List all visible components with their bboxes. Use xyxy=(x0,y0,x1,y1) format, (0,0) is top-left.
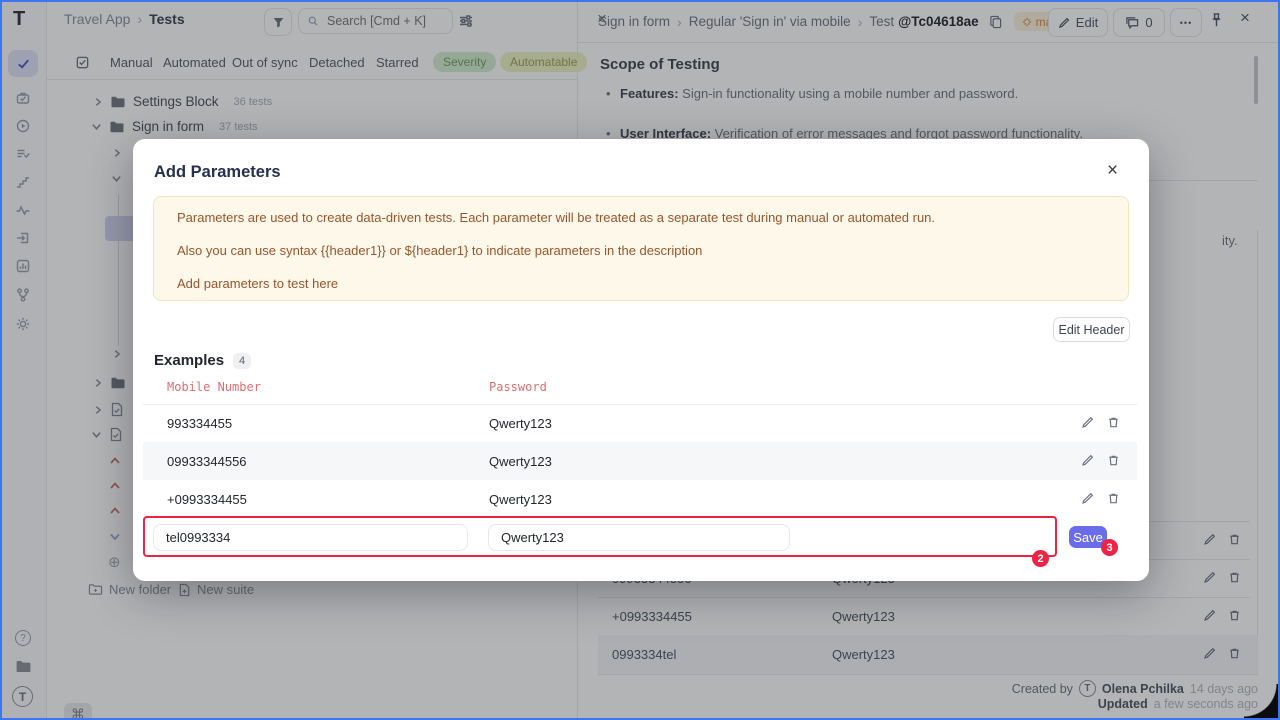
example-row: +0993334455 Qwerty123 xyxy=(143,480,1137,518)
modal-title: Add Parameters xyxy=(154,163,281,182)
column-mobile-number: Mobile Number xyxy=(167,380,261,394)
modal-close-icon[interactable]: × xyxy=(1107,161,1118,180)
edit-row-icon[interactable] xyxy=(1081,454,1094,467)
app-screen: T ? T Travel App › Tests xyxy=(0,0,1280,720)
mobile-number-input[interactable] xyxy=(153,524,468,551)
edit-header-button[interactable]: Edit Header xyxy=(1053,317,1130,342)
example-row: 09933344556 Qwerty123 xyxy=(143,442,1137,480)
examples-heading: Examples 4 xyxy=(154,352,251,369)
tutorial-step-3-badge: 3 xyxy=(1101,539,1118,556)
edit-row-icon[interactable] xyxy=(1081,492,1094,505)
example-row: 993334455 Qwerty123 xyxy=(143,404,1137,442)
tutorial-step-2-badge: 2 xyxy=(1032,550,1049,567)
edit-row-icon[interactable] xyxy=(1081,416,1094,429)
examples-count-badge: 4 xyxy=(233,353,251,369)
delete-row-icon[interactable] xyxy=(1107,416,1120,429)
delete-row-icon[interactable] xyxy=(1107,492,1120,505)
delete-row-icon[interactable] xyxy=(1107,454,1120,467)
add-parameters-modal: Add Parameters × Parameters are used to … xyxy=(133,139,1149,581)
column-password: Password xyxy=(489,380,547,394)
parameters-info-box: Parameters are used to create data-drive… xyxy=(153,196,1129,301)
password-input[interactable] xyxy=(488,524,790,551)
